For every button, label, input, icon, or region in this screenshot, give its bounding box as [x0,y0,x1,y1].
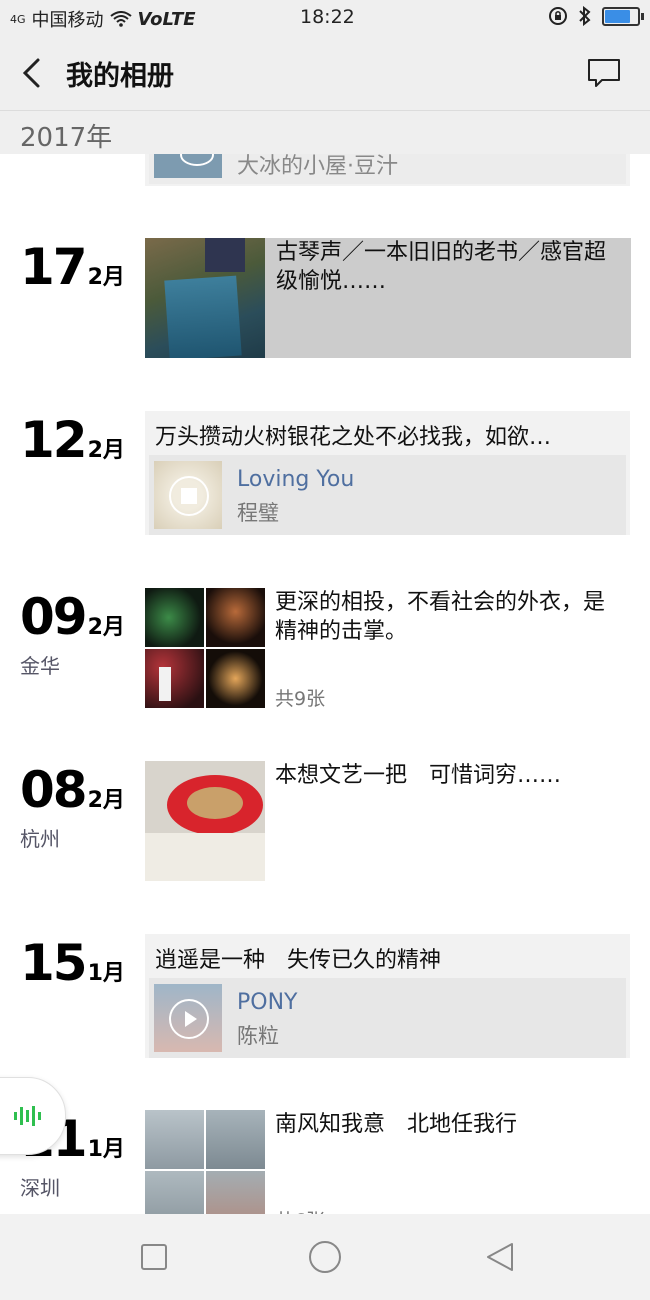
music-title: 大冰的小屋·豆汁 [237,154,398,179]
photo-thumbnail[interactable] [145,588,204,647]
share-card[interactable]: 逍遥是一种 失传已久的精神 PONY 陈粒 [145,934,630,1058]
music-card[interactable]: Loving You 程璧 [149,455,626,535]
home-button[interactable] [308,1240,342,1274]
highlight-card[interactable]: 古琴声／一本旧旧的老书／感官超级愉悦…… [145,238,631,358]
post-text: 更深的相投，不看社会的外衣，是精神的击掌。 [275,590,606,644]
post-text: 本想文艺一把 可惜词穷…… [275,763,562,788]
photo-grid[interactable] [145,1110,265,1214]
photo-thumbnail[interactable] [145,649,204,708]
title-bar: 我的相册 [0,36,650,111]
entry-date: 151月 [20,934,125,992]
rotation-lock-icon [549,7,567,25]
music-cover [154,154,222,178]
recent-apps-button[interactable] [140,1243,168,1271]
message-button[interactable] [586,56,622,90]
photo-grid[interactable] [145,588,265,708]
post-text: 南风知我意 北地任我行 [275,1112,518,1137]
carrier-name: 中国移动 [31,10,104,31]
music-card[interactable]: 大冰的小屋·豆汁 [149,154,626,184]
photo-thumbnail[interactable] [145,1171,204,1214]
year-header: 2017年 [0,111,650,154]
photo-count: 共6张 [275,1206,325,1214]
post-text: 古琴声／一本旧旧的老书／感官超级愉悦…… [276,240,607,294]
photo-thumbnail[interactable] [145,238,265,358]
photo-thumbnail[interactable] [206,649,265,708]
entry-location: 杭州 [20,827,60,851]
play-icon[interactable] [169,999,209,1039]
photo-thumbnail[interactable] [206,1110,265,1169]
photo-thumbnail[interactable] [206,588,265,647]
entry-location: 金华 [20,654,60,678]
status-bar: 4G 中国移动 VoLTE 18:22 [0,0,650,36]
entry-date: 122月 [20,411,125,469]
back-nav-button[interactable] [484,1241,516,1273]
status-right [548,6,644,26]
bluetooth-icon [579,6,591,26]
entry-date: 092月 [20,588,125,646]
play-icon[interactable] [169,476,209,516]
entry-date: 172月 [20,238,125,296]
photo-count: 共9张 [275,688,326,710]
system-nav-bar [0,1214,650,1300]
wifi-icon [109,11,132,27]
music-cover [154,984,222,1052]
battery-icon [602,6,644,26]
music-title: PONY [237,990,298,1015]
partial-share-card[interactable]: 大冰的小屋·豆汁 [145,154,630,186]
clock: 18:22 [300,6,355,28]
music-artist: 程璧 [237,501,279,525]
entry-location: 深圳 [20,1176,60,1200]
music-cover [154,461,222,529]
voice-wave-icon [14,1106,41,1126]
page-title: 我的相册 [66,61,174,92]
photo-thumbnail[interactable] [145,761,265,881]
music-artist: 陈粒 [237,1024,279,1048]
volte-label: VoLTE [137,8,196,30]
status-left: 4G 中国移动 VoLTE [10,6,196,32]
photo-thumbnail[interactable] [206,1171,265,1214]
year-label: 2017年 [20,123,113,153]
share-card[interactable]: 万头攒动火树银花之处不必找我，如欲… Loving You 程璧 [145,411,630,535]
battery-level [605,9,630,23]
music-title: Loving You [237,467,355,492]
photo-thumbnail[interactable] [145,1110,204,1169]
music-card[interactable]: PONY 陈粒 [149,978,626,1058]
album-feed[interactable]: 大冰的小屋·豆汁 172月 古琴声／一本旧旧的老书／感官超级愉悦…… 122月 … [0,154,650,1214]
share-text: 万头攒动火树银花之处不必找我，如欲… [155,425,552,450]
signal-icon: 4G [10,12,26,26]
share-text: 逍遥是一种 失传已久的精神 [155,948,442,973]
back-button[interactable] [18,56,48,90]
entry-date: 082月 [20,761,125,819]
